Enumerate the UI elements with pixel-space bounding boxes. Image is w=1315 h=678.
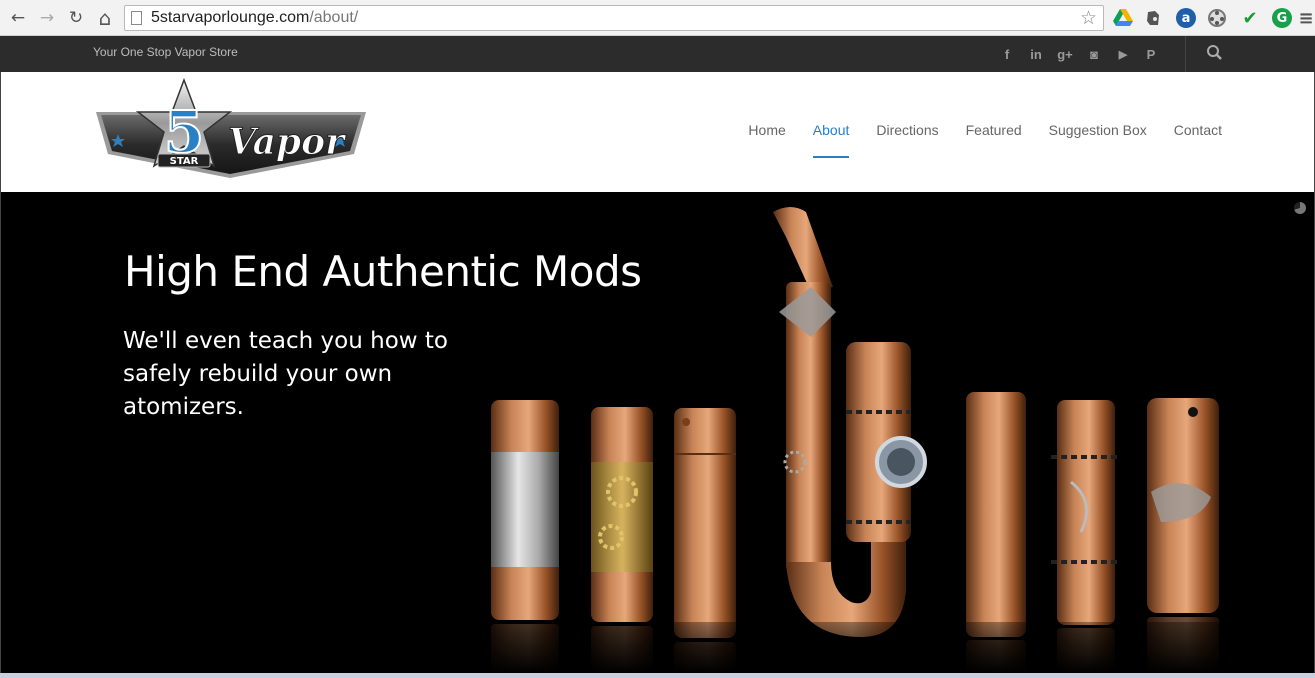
menu-icon[interactable]: ≡	[1298, 8, 1313, 29]
nav-featured[interactable]: Featured	[966, 122, 1022, 138]
grammarly-icon[interactable]: G	[1272, 8, 1292, 28]
site-logo[interactable]: 5 STAR Vapor	[96, 78, 366, 186]
page-icon	[131, 11, 142, 25]
home-button[interactable]: ⌂	[94, 6, 116, 30]
site-header: 5 STAR Vapor Home About Directions Featu…	[0, 72, 1315, 192]
youtube-icon[interactable]: ▶	[1113, 44, 1133, 64]
facebook-icon[interactable]: f	[997, 44, 1017, 64]
checkmark-icon[interactable]: ✔	[1240, 8, 1260, 29]
url-text: 5starvaporlounge.com/about/	[151, 9, 359, 26]
reload-button[interactable]: ↻	[65, 7, 87, 29]
logo-brand: Vapor	[228, 121, 347, 163]
top-bar: Your One Stop Vapor Store f in g+ ◙ ▶ P	[0, 36, 1315, 72]
topbar-divider	[1185, 36, 1186, 72]
logo-star-text: STAR	[170, 156, 199, 167]
nav-directions[interactable]: Directions	[876, 122, 938, 138]
amazon-icon[interactable]: a	[1176, 8, 1196, 28]
pinterest-icon[interactable]: P	[1141, 44, 1161, 64]
evernote-icon[interactable]	[1143, 8, 1163, 28]
mods-product-image	[461, 207, 1314, 673]
linkedin-icon[interactable]: in	[1026, 44, 1046, 64]
nav-home[interactable]: Home	[748, 122, 785, 138]
instagram-icon[interactable]: ◙	[1084, 44, 1104, 64]
nav-contact[interactable]: Contact	[1174, 122, 1222, 138]
mod-steampunk-sax	[773, 207, 927, 637]
browser-toolbar: ← → ↻ ⌂ 5starvaporlounge.com/about/ ☆ a …	[0, 0, 1315, 36]
tagline: Your One Stop Vapor Store	[93, 45, 238, 59]
nav-suggestion-box[interactable]: Suggestion Box	[1049, 122, 1147, 138]
search-icon[interactable]	[1205, 43, 1225, 63]
bookmark-star-icon[interactable]: ☆	[1080, 7, 1097, 29]
googleplus-icon[interactable]: g+	[1055, 44, 1075, 64]
nav-about[interactable]: About	[812, 122, 849, 158]
page-bottom-border	[0, 673, 1315, 678]
address-bar[interactable]: 5starvaporlounge.com/about/ ☆	[124, 5, 1104, 31]
back-button[interactable]: ←	[7, 7, 29, 29]
forward-button[interactable]: →	[36, 7, 58, 29]
hero-slider: High End Authentic Mods We'll even teach…	[0, 192, 1315, 673]
drive-icon[interactable]	[1113, 8, 1133, 28]
film-reel-icon[interactable]	[1207, 8, 1227, 28]
main-nav: Home About Directions Featured Suggestio…	[748, 122, 1222, 158]
hero-subtitle: We'll even teach you how to safely rebui…	[123, 328, 448, 420]
